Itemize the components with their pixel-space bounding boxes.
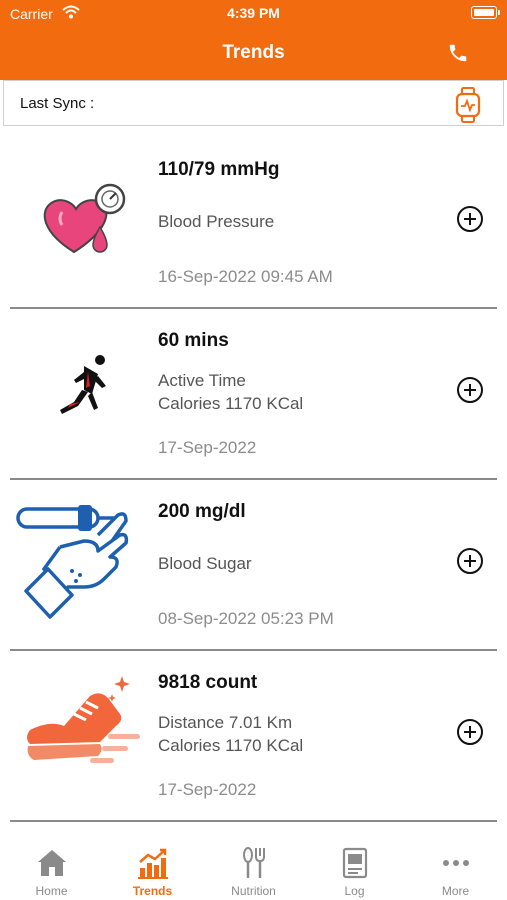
battery-icon — [471, 6, 500, 19]
card-date: 16-Sep-2022 09:45 AM — [158, 267, 333, 286]
card-value: 9818 count — [158, 672, 258, 693]
runner-icon — [60, 355, 106, 414]
more-dots-icon — [443, 860, 469, 866]
card-value: 200 mg/dl — [158, 501, 246, 522]
card-blood-sugar[interactable]: 200 mg/dl Blood Sugar 08-Sep-2022 05:23 … — [0, 479, 507, 650]
sync-bar: Last Sync : — [3, 80, 504, 126]
status-bar: Carrier 4:39 PM — [0, 0, 507, 28]
tab-label: Home — [35, 884, 68, 898]
tab-nutrition[interactable]: Nutrition — [203, 836, 304, 900]
add-icon[interactable] — [456, 718, 484, 746]
tab-label: Log — [344, 884, 365, 898]
card-steps[interactable]: 9818 count Distance 7.01 Km Calories 117… — [0, 650, 507, 821]
card-sublabel: Calories 1170 KCal — [158, 736, 304, 755]
trends-chart-icon — [138, 848, 168, 879]
phone-icon[interactable] — [447, 42, 469, 64]
add-icon[interactable] — [456, 376, 484, 404]
divider — [10, 820, 497, 822]
home-icon — [38, 850, 66, 876]
tab-label: Nutrition — [231, 884, 276, 898]
tab-label: More — [441, 884, 470, 898]
add-icon[interactable] — [456, 547, 484, 575]
tab-home[interactable]: Home — [1, 836, 102, 900]
fork-spoon-icon — [243, 847, 265, 878]
card-value: 110/79 mmHg — [158, 159, 280, 180]
card-date: 08-Sep-2022 05:23 PM — [158, 609, 334, 628]
heart-pressure-icon — [43, 183, 126, 254]
tab-log[interactable]: Log — [304, 836, 405, 900]
card-label: Blood Pressure — [158, 212, 275, 231]
clock: 4:39 PM — [227, 5, 280, 21]
tab-label: Trends — [132, 884, 173, 898]
card-label: Active Time — [158, 371, 246, 390]
card-label: Distance 7.01 Km — [158, 713, 293, 732]
shoe-icon — [27, 676, 140, 763]
top-bar: Carrier 4:39 PM Trends — [0, 0, 507, 80]
card-value: 60 mins — [158, 330, 229, 351]
tab-trends[interactable]: Trends — [102, 836, 203, 900]
tab-more[interactable]: More — [405, 836, 506, 900]
card-sublabel: Calories 1170 KCal — [158, 394, 304, 413]
last-sync-label: Last Sync : — [20, 95, 95, 112]
page-title: Trends — [222, 42, 285, 63]
blood-test-icon — [16, 505, 129, 619]
tab-bar: Home Trends Nutrition Log More — [0, 836, 507, 900]
card-date: 17-Sep-2022 — [158, 780, 257, 799]
add-icon[interactable] — [456, 205, 484, 233]
card-blood-pressure[interactable]: 110/79 mmHg Blood Pressure 16-Sep-2022 0… — [0, 137, 507, 308]
log-book-icon — [342, 847, 368, 879]
card-active-time[interactable]: 60 mins Active Time Calories 1170 KCal 1… — [0, 308, 507, 479]
card-label: Blood Sugar — [158, 554, 252, 573]
card-date: 17-Sep-2022 — [158, 438, 257, 457]
smartwatch-icon[interactable] — [455, 87, 481, 123]
